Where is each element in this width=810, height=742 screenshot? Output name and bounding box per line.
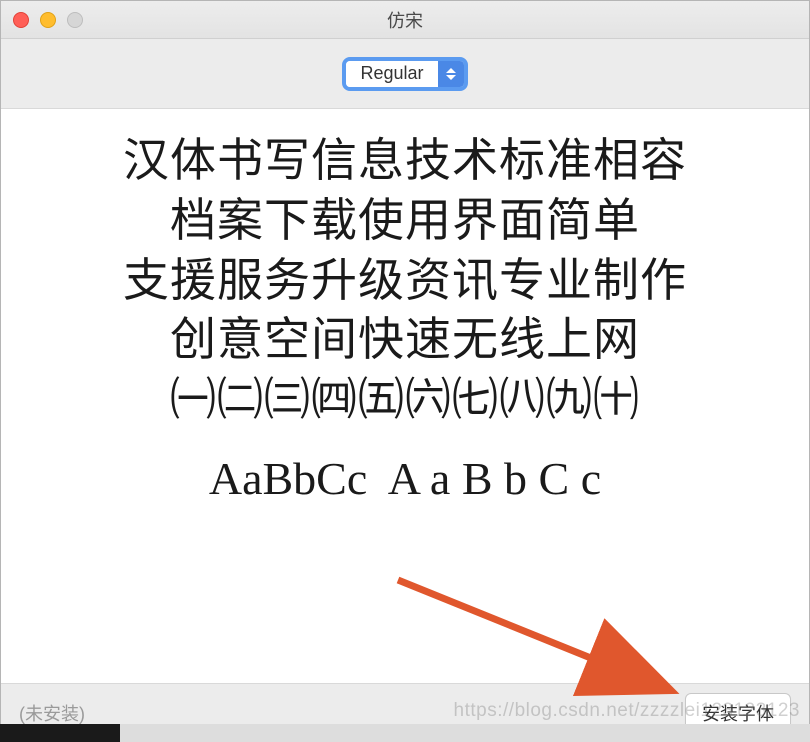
font-style-select-value: Regular [346, 61, 437, 87]
preview-line: 创意空间快速无线上网 [170, 310, 640, 370]
window-title: 仿宋 [1, 7, 809, 33]
preview-line: 汉体书写信息技术标准相容 [123, 131, 687, 191]
cropped-bottom-strip [0, 724, 810, 742]
select-stepper-icon [438, 61, 464, 87]
toolbar: Regular [1, 39, 809, 109]
preview-line: 档案下载使用界面简单 [170, 191, 640, 251]
titlebar: 仿宋 [1, 1, 809, 39]
install-status: (未安装) [19, 700, 85, 726]
close-button[interactable] [13, 12, 29, 28]
preview-line: 支援服务升级资讯专业制作 [123, 251, 687, 311]
font-style-select[interactable]: Regular [342, 57, 467, 91]
preview-latin: AaBbCc A a B b C c [209, 442, 601, 516]
minimize-button[interactable] [40, 12, 56, 28]
traffic-lights [13, 12, 83, 28]
preview-line: ㈠㈡㈢㈣㈤㈥㈦㈧㈨㈩ [170, 370, 640, 430]
chevron-up-icon [446, 68, 456, 73]
maximize-button[interactable] [67, 12, 83, 28]
chevron-down-icon [446, 75, 456, 80]
font-preview-window: 仿宋 Regular 汉体书写信息技术标准相容 档案下载使用界面简单 支援服务升… [0, 0, 810, 742]
font-preview-area: 汉体书写信息技术标准相容 档案下载使用界面简单 支援服务升级资讯专业制作 创意空… [1, 109, 809, 683]
